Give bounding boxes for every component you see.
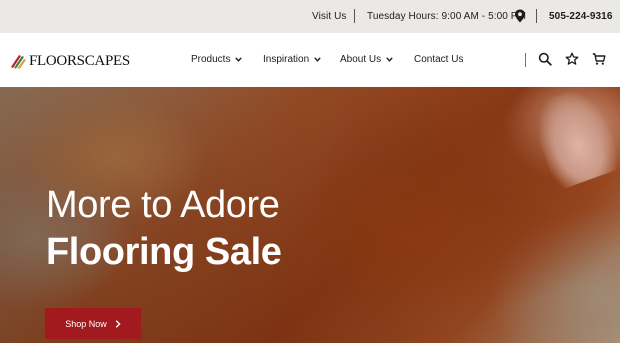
nav-inspiration[interactable]: Inspiration — [263, 54, 321, 65]
nav-products-label: Products — [191, 54, 231, 65]
divider — [536, 9, 537, 23]
hero-title: More to Adore — [46, 184, 280, 226]
chevron-right-icon — [115, 319, 121, 328]
visit-us-link[interactable]: Visit Us — [312, 11, 347, 22]
divider — [525, 53, 526, 67]
shop-now-label: Shop Now — [65, 318, 107, 329]
search-icon[interactable] — [538, 52, 552, 66]
chevron-down-icon — [314, 57, 321, 62]
chevron-down-icon — [386, 57, 393, 62]
site-logo[interactable]: FLOORSCAPES — [10, 51, 130, 71]
hero-banner: More to Adore Flooring Sale Shop Now — [0, 87, 620, 343]
nav-products[interactable]: Products — [191, 54, 243, 65]
main-header: FLOORSCAPES Products Inspiration About U… — [0, 33, 620, 87]
phone-link[interactable]: 505-224-9316 — [549, 11, 612, 22]
nav-about-us-label: About Us — [340, 54, 382, 65]
chevron-down-icon — [235, 57, 243, 62]
nav-inspiration-label: Inspiration — [263, 54, 310, 65]
star-icon[interactable] — [565, 52, 579, 66]
logo-mark-icon — [11, 55, 26, 69]
nav-about-us[interactable]: About Us — [340, 54, 393, 65]
top-utility-bar: Visit Us Tuesday Hours: 9:00 AM - 5:00 P… — [0, 0, 620, 33]
divider — [354, 9, 355, 23]
cart-icon[interactable] — [592, 52, 606, 66]
logo-text: FLOORSCAPES — [29, 52, 130, 69]
hero-subtitle: Flooring Sale — [46, 231, 282, 273]
nav-contact-us-label: Contact Us — [414, 54, 464, 65]
map-pin-icon[interactable] — [514, 9, 526, 23]
shop-now-button[interactable]: Shop Now — [45, 308, 141, 339]
nav-contact-us[interactable]: Contact Us — [414, 54, 463, 65]
store-hours: Tuesday Hours: 9:00 AM - 5:00 PM — [367, 11, 527, 22]
